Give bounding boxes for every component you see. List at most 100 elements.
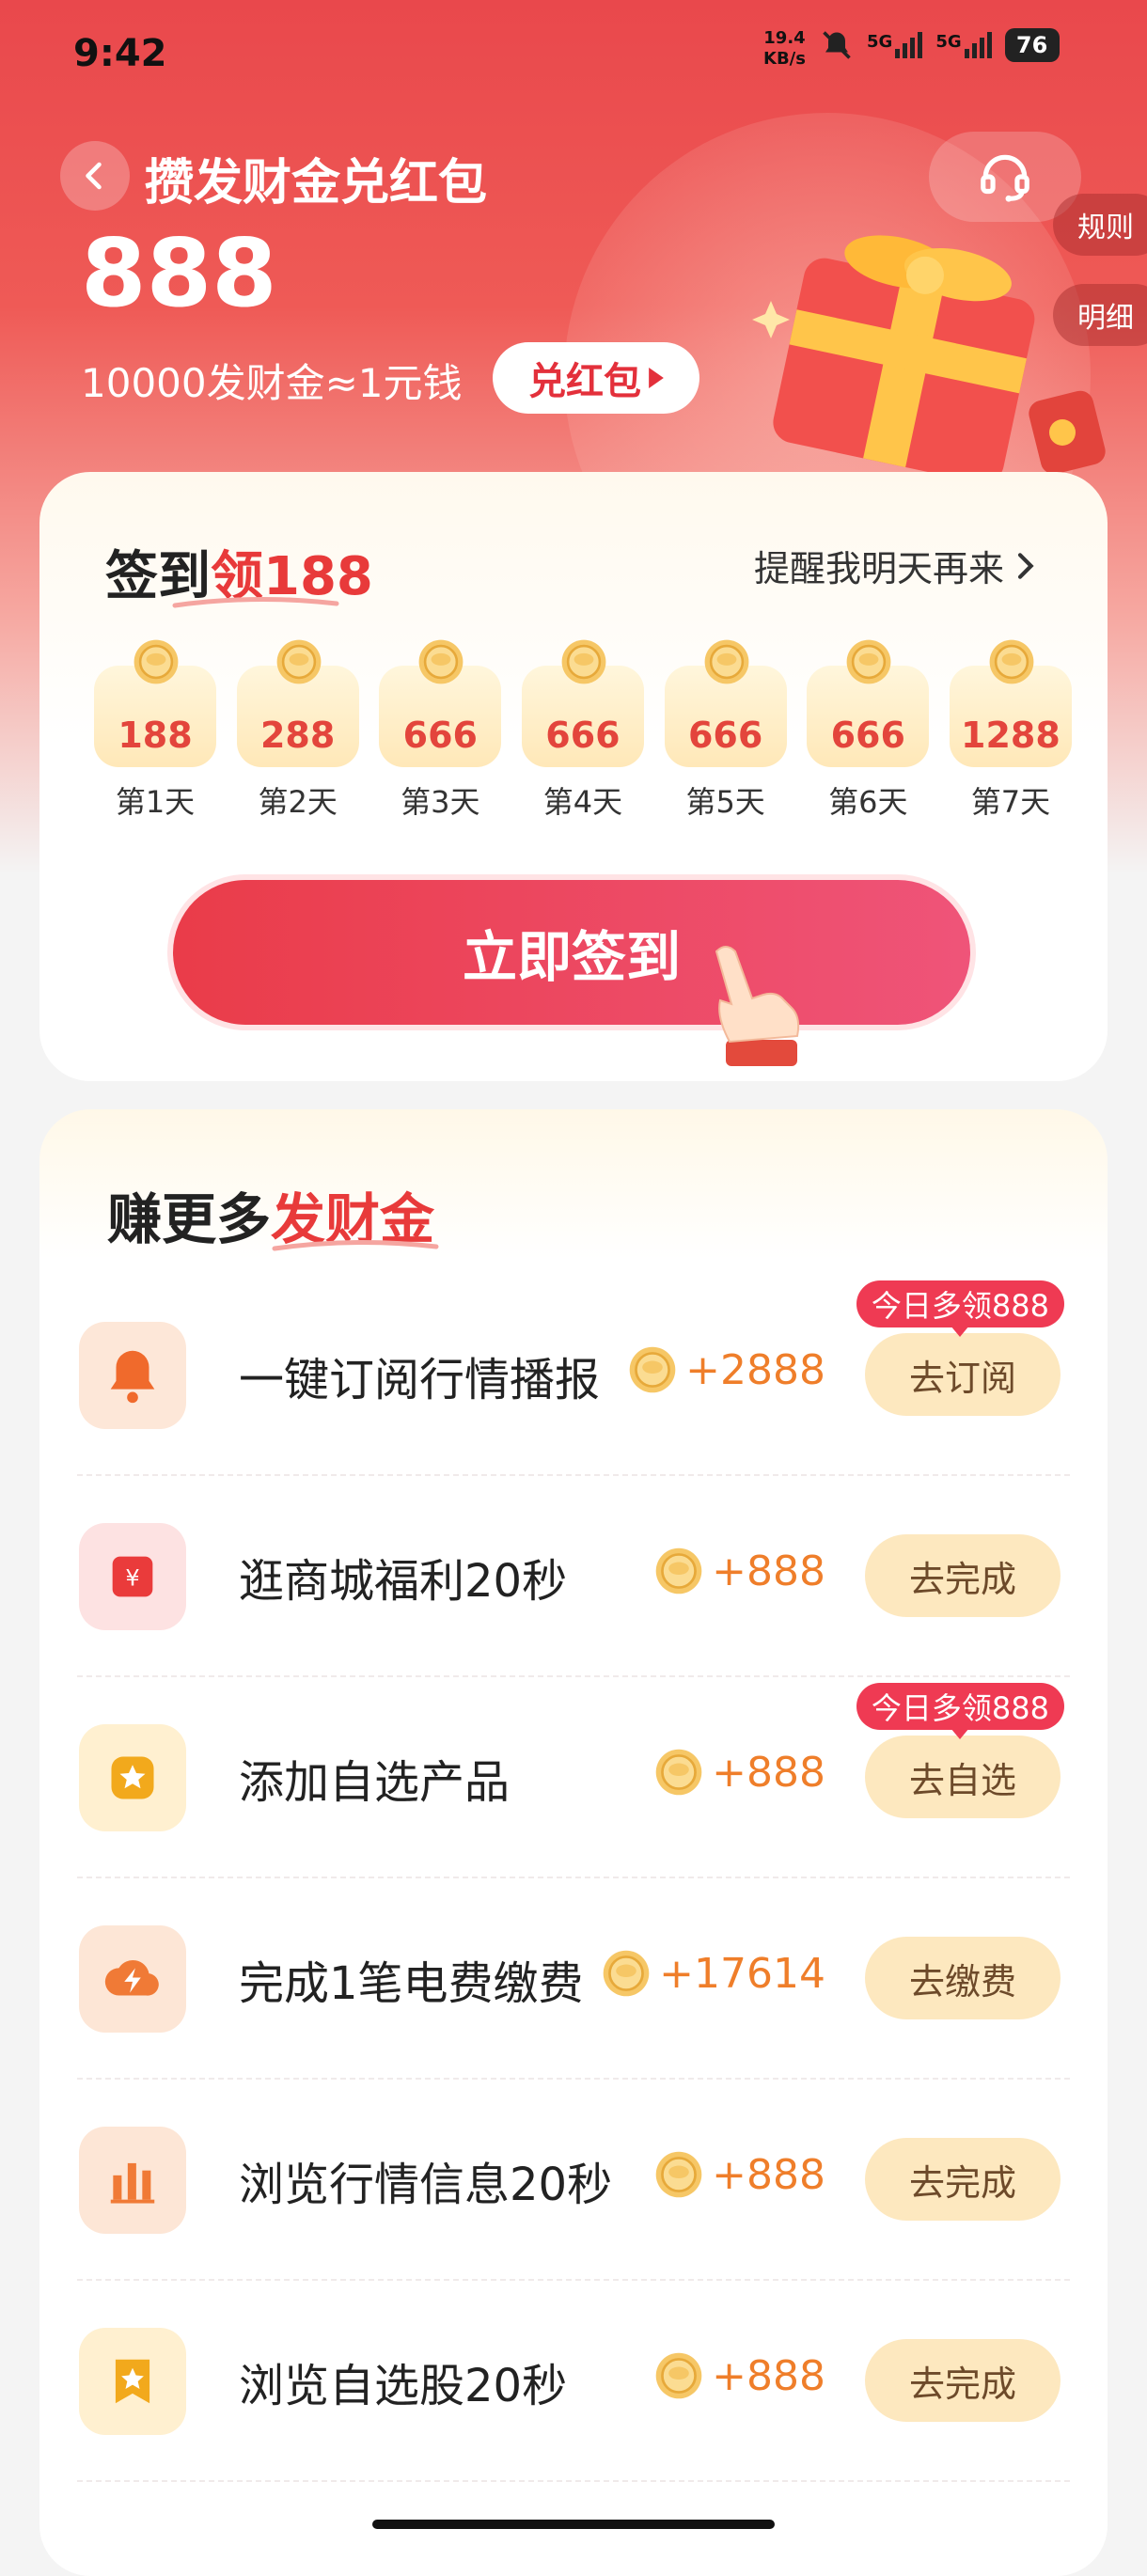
task-name: 完成1笔电费缴费 [239, 1957, 584, 2010]
checkin-card: 签到领188 提醒我明天再来 188 第1天 288 第2天 666 第3天 666 第4天 6… [39, 472, 1108, 1081]
task-reward: +2888 [627, 1344, 825, 1395]
status-bar: 9:42 19.4 KB/s 5G 5G 76 [0, 0, 1147, 103]
task-reward-value: +2888 [685, 1345, 825, 1394]
task-action-button[interactable]: 去自选 [865, 1736, 1061, 1818]
sign-in-button-label: 立即签到 [462, 925, 681, 989]
sign-in-button[interactable]: 立即签到 [173, 880, 970, 1025]
day-reward-box: 666 [807, 639, 930, 767]
chevron-left-icon [86, 162, 102, 190]
gold-coin-icon [653, 2149, 704, 2200]
gold-coin-icon [416, 637, 465, 690]
task-name: 一键订阅行情播报 [239, 1354, 601, 1406]
network-type-1: 5G [867, 32, 893, 52]
gold-coin-icon [653, 1546, 704, 1596]
task-row: 浏览行情信息20秒 +888 去完成 [39, 2080, 1108, 2281]
star-icon [104, 1750, 161, 1806]
task-action-button[interactable]: 去订阅 [865, 1333, 1061, 1416]
task-action-button[interactable]: 去缴费 [865, 1937, 1061, 2019]
network-type-2: 5G [935, 32, 962, 52]
shopping-bag-icon: ¥ [102, 1547, 163, 1607]
task-name: 浏览自选股20秒 [239, 2360, 568, 2412]
day-reward-value: 666 [545, 715, 621, 756]
day-label: 第1天 [115, 784, 196, 820]
task-icon-tile [79, 1322, 186, 1429]
triangle-right-icon [649, 368, 664, 388]
remind-tomorrow-link[interactable]: 提醒我明天再来 [754, 540, 1036, 591]
day-reward-value: 666 [687, 715, 763, 756]
task-action-button[interactable]: 去完成 [865, 2138, 1061, 2221]
task-icon-tile [79, 2127, 186, 2234]
balance-amount: 888 [81, 218, 277, 328]
svg-text:¥: ¥ [125, 1564, 139, 1591]
day-reward-value: 188 [118, 715, 193, 756]
task-reward-value: +888 [712, 2150, 825, 2199]
chevron-right-icon [1017, 552, 1034, 579]
net-speed-value: 19.4 [763, 28, 806, 48]
exchange-button[interactable]: 兑红包 [493, 342, 699, 414]
task-reward: +888 [653, 2149, 825, 2200]
battery-indicator: 76 [1004, 28, 1060, 62]
gold-coin-icon [275, 637, 323, 690]
back-button[interactable] [60, 141, 130, 211]
day-reward-value: 666 [830, 715, 905, 756]
task-icon-tile [79, 1925, 186, 2033]
pointing-hand-icon [715, 946, 800, 1066]
checkin-day: 288 第2天 [236, 639, 359, 822]
day-label: 第3天 [401, 784, 480, 820]
task-divider [77, 2480, 1070, 2482]
checkin-day: 188 第1天 [94, 639, 216, 822]
task-reward: +888 [653, 1546, 825, 1596]
gold-coin-icon [653, 1747, 704, 1798]
earn-title-swoosh [272, 1239, 439, 1251]
gold-coin-icon [844, 637, 893, 690]
task-reward: +888 [653, 2350, 825, 2401]
gold-coin-icon [132, 637, 181, 690]
checkin-day: 666 第4天 [521, 637, 644, 822]
checkin-day: 1288 第7天 [949, 639, 1072, 822]
day-label: 第4天 [542, 784, 623, 820]
checkin-day: 666 第5天 [664, 639, 787, 822]
checkin-day: 666 第3天 [379, 639, 502, 822]
page-title: 攒发财金兑红包 [145, 155, 488, 212]
task-row: 浏览自选股20秒 +888 去完成 [39, 2281, 1108, 2482]
gold-coin-icon [702, 637, 751, 690]
extra-reward-badge: 今日多领888 [856, 1280, 1064, 1337]
status-icons: 5G 5G 76 [820, 28, 1060, 62]
exchange-rate-text: 10000发财金≈1元钱 [81, 360, 463, 406]
gold-coin-icon [559, 637, 608, 690]
day-label: 第5天 [685, 784, 765, 820]
checkin-day: 666 第6天 [807, 639, 930, 822]
gold-coin-icon [653, 2350, 704, 2401]
day-reward-value: 666 [402, 715, 478, 756]
task-name: 浏览行情信息20秒 [239, 2159, 613, 2211]
day-reward-box: 666 [379, 639, 502, 767]
mute-bell-icon [823, 31, 851, 59]
title-swoosh-decoration [172, 596, 339, 608]
day-reward-box: 666 [664, 639, 787, 767]
day-reward-value: 1288 [961, 715, 1061, 756]
day-label: 第2天 [258, 784, 338, 820]
signal-icon-2: 5G [935, 32, 992, 58]
day-reward-box: 288 [236, 639, 359, 767]
home-indicator[interactable] [372, 2520, 775, 2529]
task-row: 添加自选产品 +888 去自选 今日多领888 [39, 1677, 1108, 1878]
checkin-days-row: 188 第1天 288 第2天 666 第3天 666 第4天 666 第5天 666 第6天 1288… [94, 639, 1072, 822]
day-reward-box: 188 [94, 639, 216, 767]
day-label: 第6天 [828, 784, 908, 820]
task-name: 逛商城福利20秒 [239, 1555, 568, 1608]
lightning-cloud-icon [100, 1946, 165, 2012]
day-reward-box: 1288 [949, 639, 1072, 767]
net-speed: 19.4 KB/s [763, 28, 806, 70]
task-reward-value: +17614 [659, 1949, 825, 1998]
task-reward-value: +888 [712, 1547, 825, 1595]
task-action-button[interactable]: 去完成 [865, 1534, 1061, 1617]
bookmark-star-icon [103, 2352, 162, 2411]
task-action-button[interactable]: 去完成 [865, 2339, 1061, 2422]
exchange-button-label: 兑红包 [528, 360, 641, 403]
day-reward-value: 288 [259, 715, 336, 756]
status-time: 9:42 [73, 32, 167, 75]
remind-label: 提醒我明天再来 [754, 548, 1005, 589]
task-reward: +888 [653, 1747, 825, 1798]
task-name: 添加自选产品 [239, 1756, 511, 1809]
gold-coin-icon [601, 1948, 652, 1999]
